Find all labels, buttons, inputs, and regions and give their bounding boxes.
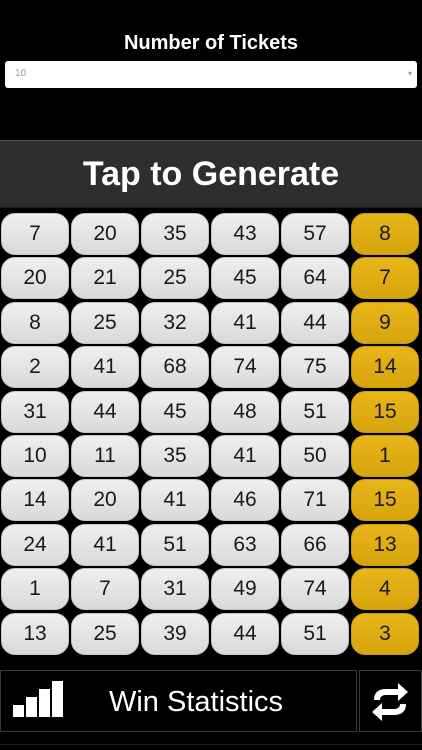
ticket-number-ball: 46 [211, 479, 279, 522]
ticket-number-ball: 20 [71, 479, 139, 522]
ticket-number-ball: 41 [141, 479, 209, 522]
ticket-number-ball: 51 [281, 612, 349, 655]
ticket-bonus-ball: 1 [351, 434, 419, 477]
ticket-bonus-ball: 8 [351, 213, 419, 255]
chevron-down-icon: ▾ [407, 69, 412, 78]
ticket-number-ball: 35 [141, 213, 209, 255]
ticket-number-ball: 66 [281, 523, 349, 566]
ticket-number-ball: 21 [71, 257, 139, 300]
ticket-row: 1 7 31 49 74 4 [0, 567, 422, 611]
ticket-number-ball: 45 [141, 390, 209, 433]
swap-button[interactable] [359, 670, 422, 732]
swap-arrows-icon [372, 683, 408, 721]
ticket-number-ball: 74 [281, 568, 349, 611]
ticket-number-ball: 44 [281, 301, 349, 344]
ticket-number-ball: 44 [71, 390, 139, 433]
ticket-number-ball: 11 [71, 434, 139, 477]
ticket-number-ball: 35 [141, 434, 209, 477]
ticket-number-ball: 75 [281, 346, 349, 389]
ticket-number-ball: 63 [211, 523, 279, 566]
ticket-bonus-ball: 9 [351, 301, 419, 344]
ticket-count-value: 10 [15, 68, 27, 79]
ticket-row: 20 21 25 45 64 7 [0, 256, 422, 300]
ticket-bonus-ball: 15 [351, 479, 419, 522]
ticket-number-ball: 24 [1, 523, 69, 566]
lottery-generator-screen: Number of Tickets 10 ▾ Tap to Generate 7… [0, 0, 422, 750]
ticket-number-ball: 1 [1, 568, 69, 611]
ticket-number-ball: 25 [71, 301, 139, 344]
ticket-number-ball: 50 [281, 434, 349, 477]
ticket-number-ball: 2 [1, 346, 69, 389]
ticket-row: 13 25 39 44 51 3 [0, 612, 422, 656]
ticket-number-ball: 41 [71, 346, 139, 389]
ticket-bonus-ball: 7 [351, 257, 419, 300]
ticket-number-ball: 48 [211, 390, 279, 433]
ticket-bonus-ball: 14 [351, 346, 419, 389]
ticket-number-ball: 57 [281, 213, 349, 255]
ticket-number-ball: 44 [211, 612, 279, 655]
win-statistics-button[interactable]: Win Statistics [0, 670, 357, 732]
bottom-bar: Win Statistics [0, 670, 422, 732]
ticket-number-ball: 10 [1, 434, 69, 477]
ticket-number-ball: 41 [211, 434, 279, 477]
ticket-number-ball: 25 [141, 257, 209, 300]
ticket-row: 10 11 35 41 50 1 [0, 434, 422, 478]
ticket-number-ball: 71 [281, 479, 349, 522]
generate-button[interactable]: Tap to Generate [0, 140, 422, 208]
bar-chart-icon [13, 681, 63, 717]
ticket-number-ball: 7 [1, 213, 69, 255]
ticket-number-ball: 41 [71, 523, 139, 566]
ticket-number-ball: 45 [211, 257, 279, 300]
ticket-number-ball: 41 [211, 301, 279, 344]
ticket-row: 31 44 45 48 51 15 [0, 390, 422, 434]
ticket-bonus-ball: 13 [351, 523, 419, 566]
ticket-number-ball: 31 [141, 568, 209, 611]
ticket-bonus-ball: 3 [351, 612, 419, 655]
ticket-number-ball: 39 [141, 612, 209, 655]
ticket-row: 8 25 32 41 44 9 [0, 301, 422, 345]
ticket-number-ball: 43 [211, 213, 279, 255]
win-statistics-label: Win Statistics [108, 685, 284, 718]
ticket-number-ball: 8 [1, 301, 69, 344]
ticket-number-ball: 14 [1, 479, 69, 522]
ticket-bonus-ball: 4 [351, 568, 419, 611]
ticket-row: 7 20 35 43 57 8 [0, 212, 422, 256]
ticket-row: 24 41 51 63 66 13 [0, 523, 422, 567]
ticket-number-ball: 74 [211, 346, 279, 389]
ticket-bonus-ball: 15 [351, 390, 419, 433]
ticket-number-ball: 31 [1, 390, 69, 433]
ticket-number-ball: 7 [71, 568, 139, 611]
ticket-number-ball: 51 [141, 523, 209, 566]
ticket-number-ball: 32 [141, 301, 209, 344]
number-of-tickets-label: Number of Tickets [123, 32, 299, 54]
ticket-row: 14 20 41 46 71 15 [0, 478, 422, 522]
ticket-number-ball: 51 [281, 390, 349, 433]
bottom-divider [0, 744, 422, 745]
ticket-number-ball: 49 [211, 568, 279, 611]
ticket-grid: 7 20 35 43 57 8 20 21 25 45 64 7 8 25 32 41 44 9 2 41 68 74 75… [0, 212, 422, 656]
ticket-count-select[interactable]: 10 ▾ [5, 61, 417, 88]
ticket-row: 2 41 68 74 75 14 [0, 345, 422, 389]
ticket-number-ball: 13 [1, 612, 69, 655]
ticket-number-ball: 64 [281, 257, 349, 300]
ticket-number-ball: 25 [71, 612, 139, 655]
ticket-number-ball: 20 [1, 257, 69, 300]
ticket-number-ball: 20 [71, 213, 139, 255]
ticket-number-ball: 68 [141, 346, 209, 389]
